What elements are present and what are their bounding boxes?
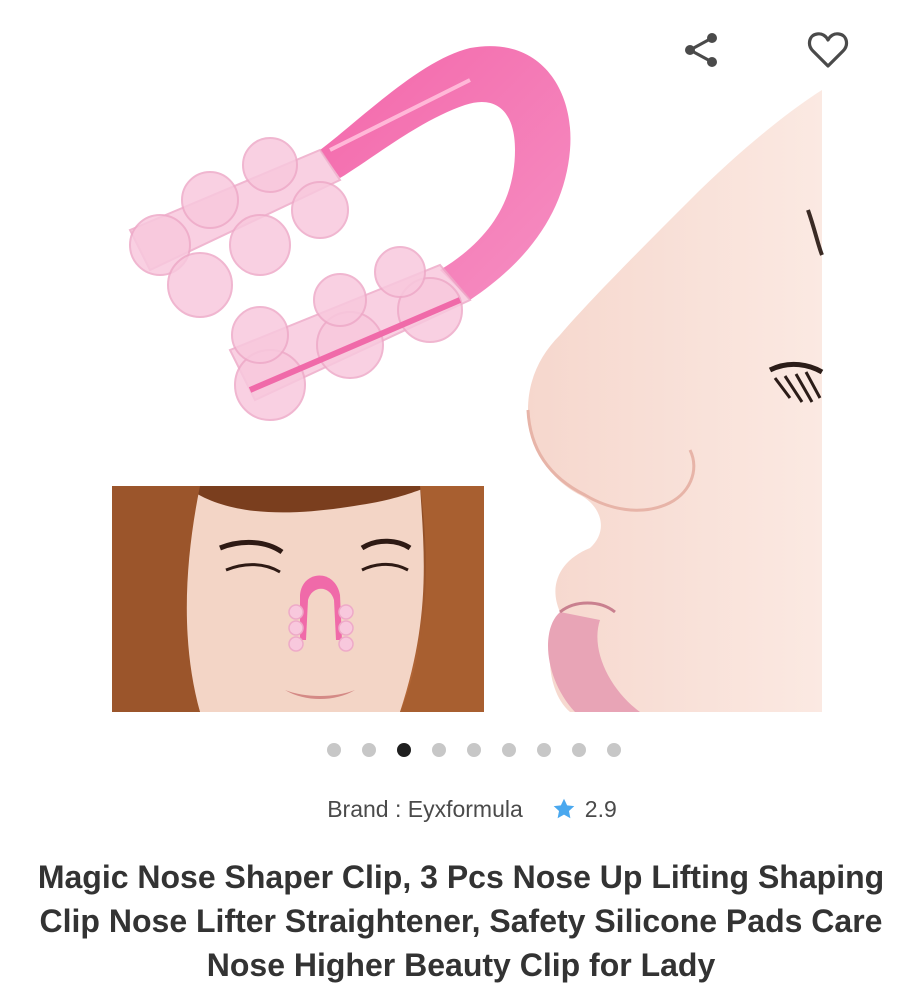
share-button[interactable] bbox=[675, 24, 727, 76]
product-image[interactable] bbox=[0, 0, 922, 730]
product-image-gallery[interactable] bbox=[0, 0, 922, 730]
pagination-dot[interactable] bbox=[467, 743, 481, 757]
star-icon bbox=[553, 798, 575, 819]
pagination-dot[interactable] bbox=[502, 743, 516, 757]
pagination-dot[interactable] bbox=[362, 743, 376, 757]
pagination-dot-active[interactable] bbox=[397, 743, 411, 757]
pagination-dot[interactable] bbox=[432, 743, 446, 757]
brand-label[interactable]: Brand : Eyxformula bbox=[327, 796, 523, 823]
rating[interactable]: 2.9 bbox=[551, 796, 617, 823]
woman-wearing-clip-photo bbox=[112, 486, 484, 712]
product-title: Magic Nose Shaper Clip, 3 Pcs Nose Up Li… bbox=[37, 859, 885, 983]
nose-clip-product-photo bbox=[128, 46, 571, 421]
brand-rating-row: Brand : Eyxformula 2.9 bbox=[0, 792, 922, 826]
share-icon bbox=[685, 33, 717, 67]
heart-outline-icon bbox=[807, 32, 849, 68]
nose-profile-photo bbox=[526, 90, 824, 712]
pagination-dot[interactable] bbox=[327, 743, 341, 757]
wishlist-button[interactable] bbox=[802, 24, 854, 76]
pagination-dot[interactable] bbox=[572, 743, 586, 757]
pagination-dot[interactable] bbox=[537, 743, 551, 757]
pagination-dot[interactable] bbox=[607, 743, 621, 757]
gallery-pagination bbox=[13, 743, 922, 763]
rating-value: 2.9 bbox=[584, 795, 617, 822]
